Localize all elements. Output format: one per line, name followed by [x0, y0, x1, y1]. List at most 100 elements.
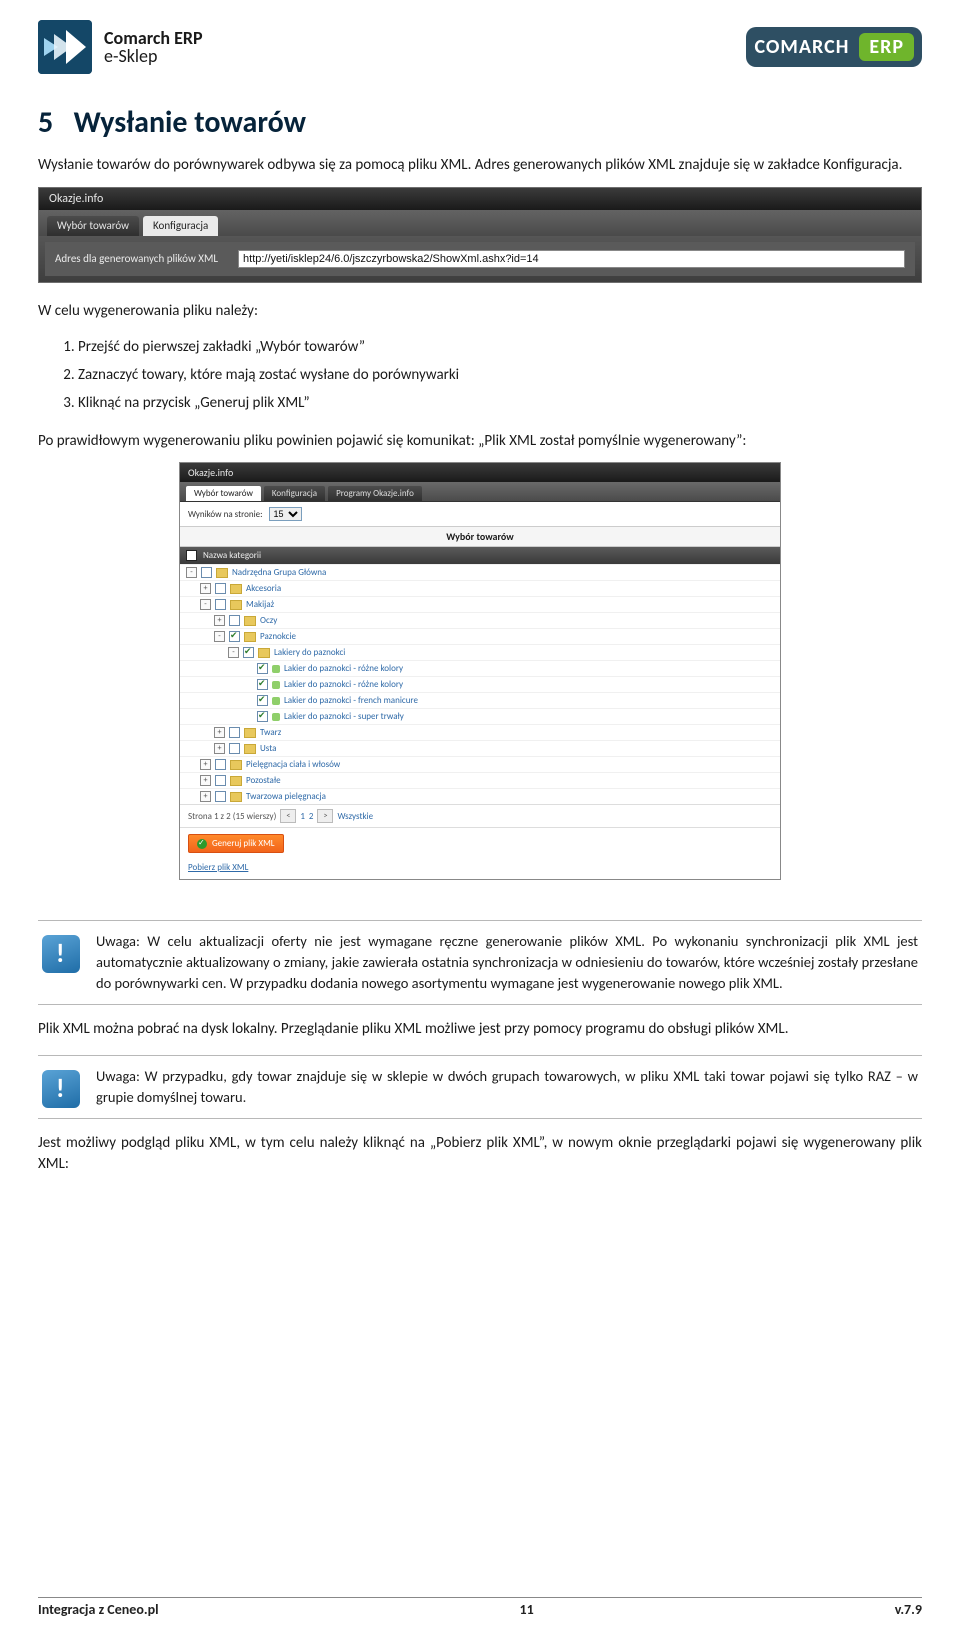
per-page-bar: Wyników na stronie: 15 [180, 502, 780, 527]
tree-row[interactable]: + Twarzowa pielęgnacja [180, 788, 780, 804]
tree-checkbox[interactable] [229, 615, 240, 626]
tree-checkbox[interactable] [229, 727, 240, 738]
shot2-tab-0[interactable]: Wybór towarów [186, 486, 261, 501]
tree-checkbox[interactable] [257, 695, 268, 706]
leaf-icon [272, 697, 280, 705]
tree-checkbox[interactable] [257, 711, 268, 722]
tree-checkbox[interactable] [229, 743, 240, 754]
tree-row[interactable]: - Lakiery do paznokci [180, 644, 780, 660]
screenshot-config-panel: Okazje.info Wybór towarów Konfiguracja A… [38, 187, 922, 283]
tail-paragraph: Jest możliwy podgląd pliku XML, w tym ce… [38, 1133, 922, 1177]
note-1: Uwaga: W celu aktualizacji oferty nie je… [38, 920, 922, 1005]
tree-checkbox[interactable] [257, 663, 268, 674]
steps-intro: W celu wygenerowania pliku należy: [38, 301, 922, 323]
folder-icon [244, 616, 256, 626]
footer-right: v.7.9 [895, 1601, 922, 1618]
step-1: Przejść do pierwszej zakładki „Wybór tow… [78, 333, 922, 361]
page-1[interactable]: 1 [300, 811, 305, 822]
shot2-tabbar: Wybór towarów Konfiguracja Programy Okaz… [180, 482, 780, 501]
tree-row[interactable]: Lakier do paznokci - super trwały [180, 708, 780, 724]
tree-label: Pozostałe [246, 775, 281, 786]
folder-icon [230, 776, 242, 786]
check-icon [197, 839, 207, 849]
expand-icon[interactable]: + [200, 791, 211, 802]
expand-icon[interactable]: + [214, 727, 225, 738]
shot2-tab-2[interactable]: Programy Okazje.info [328, 486, 422, 501]
tree-checkbox[interactable] [215, 775, 226, 786]
paginator: Strona 1 z 2 (15 wierszy) < 1 2 > Wszyst… [180, 804, 780, 827]
expand-icon[interactable]: + [200, 759, 211, 770]
select-all-checkbox[interactable] [186, 550, 197, 561]
collapse-icon[interactable]: - [200, 599, 211, 610]
tree-row[interactable]: + Pielęgnacja ciała i włosów [180, 756, 780, 772]
folder-icon [244, 744, 256, 754]
logo-mark-icon [38, 20, 92, 74]
leaf-icon [272, 681, 280, 689]
tree-label: Nadrzędna Grupa Główna [232, 567, 326, 578]
collapse-icon[interactable]: - [228, 647, 239, 658]
tree-row[interactable]: +Akcesoria [180, 580, 780, 596]
folder-icon [216, 568, 228, 578]
tree-label: Oczy [260, 615, 277, 626]
tree-row[interactable]: -Makijaż [180, 596, 780, 612]
tab-wybor-towarow[interactable]: Wybór towarów [47, 216, 139, 236]
tree-checkbox[interactable] [215, 583, 226, 594]
tree-checkbox[interactable] [215, 759, 226, 770]
tree-row[interactable]: +Twarz [180, 724, 780, 740]
tree-checkbox[interactable] [243, 647, 254, 658]
expand-icon[interactable]: + [200, 775, 211, 786]
tree-label: Lakier do paznokci - super trwały [284, 711, 404, 722]
steps-list: Przejść do pierwszej zakładki „Wybór tow… [38, 333, 922, 417]
tree-row[interactable]: Lakier do paznokci - różne kolory [180, 660, 780, 676]
column-header-label: Nazwa kategorii [203, 550, 261, 561]
tree-label: Pielęgnacja ciała i włosów [246, 759, 340, 770]
tree-label: Paznokcie [260, 631, 296, 642]
tree-label: Twarzowa pielęgnacja [246, 791, 326, 802]
collapse-icon[interactable]: - [186, 567, 197, 578]
tree-row[interactable]: + Oczy [180, 612, 780, 628]
download-xml-link[interactable]: Pobierz plik XML [180, 860, 780, 879]
folder-icon [244, 728, 256, 738]
step-2: Zaznaczyć towary, które mają zostać wysł… [78, 361, 922, 389]
tree-label: Lakier do paznokci - różne kolory [284, 679, 403, 690]
per-page-select[interactable]: 15 [269, 507, 302, 521]
tree-checkbox[interactable] [215, 791, 226, 802]
note-1-text: Uwaga: W celu aktualizacji oferty nie je… [96, 931, 918, 994]
folder-icon [230, 584, 242, 594]
generate-xml-label: Generuj plik XML [212, 838, 275, 849]
logo-left: Comarch ERP e-Sklep [38, 20, 203, 74]
shot2-titlebar: Okazje.info [180, 463, 780, 482]
expand-icon[interactable]: + [200, 583, 211, 594]
page-2[interactable]: 2 [309, 811, 314, 822]
collapse-icon[interactable]: - [214, 631, 225, 642]
note-2: Uwaga: W przypadku, gdy towar znajduje s… [38, 1055, 922, 1119]
shot2-tab-1[interactable]: Konfiguracja [264, 486, 325, 501]
expand-icon[interactable]: + [214, 743, 225, 754]
tree-label: Lakiery do paznokci [274, 647, 345, 658]
tab-konfiguracja[interactable]: Konfiguracja [143, 216, 218, 236]
generate-xml-button[interactable]: Generuj plik XML [188, 834, 284, 853]
note-2-text: Uwaga: W przypadku, gdy towar znajduje s… [96, 1066, 918, 1108]
page-next[interactable]: > [317, 809, 333, 823]
alert-icon [42, 935, 80, 973]
expand-icon[interactable]: + [214, 615, 225, 626]
page-prev[interactable]: < [280, 809, 296, 823]
tree-checkbox[interactable] [257, 679, 268, 690]
tree-row[interactable]: Lakier do paznokci - french manicure [180, 692, 780, 708]
tree-row[interactable]: - Nadrzędna Grupa Główna [180, 564, 780, 580]
page-all[interactable]: Wszystkie [337, 811, 373, 822]
tree-checkbox[interactable] [229, 631, 240, 642]
logo-right-pill: ERP [859, 33, 914, 61]
tree-checkbox[interactable] [215, 599, 226, 610]
per-page-label: Wyników na stronie: [188, 509, 263, 520]
tree-checkbox[interactable] [201, 567, 212, 578]
tree-row[interactable]: +Usta [180, 740, 780, 756]
tree-row[interactable]: + Pozostałe [180, 772, 780, 788]
screenshot-wybor-towarow: Okazje.info Wybór towarów Konfiguracja P… [179, 462, 781, 880]
xml-address-input[interactable] [238, 250, 905, 268]
tree-row[interactable]: Lakier do paznokci - różne kolory [180, 676, 780, 692]
logo-line2: e-Sklep [104, 47, 203, 65]
section-intro: Wysłanie towarów do porównywarek odbywa … [38, 155, 922, 177]
column-header: Nazwa kategorii [180, 547, 780, 564]
tree-row[interactable]: - Paznokcie [180, 628, 780, 644]
